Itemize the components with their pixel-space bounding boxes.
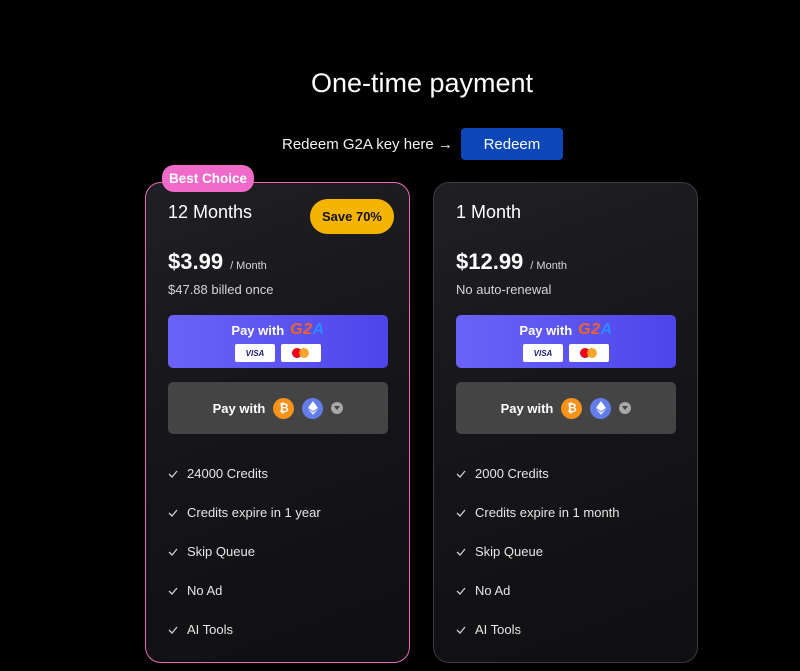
visa-icon: VISA: [523, 344, 563, 362]
redeem-button[interactable]: Redeem: [460, 128, 563, 160]
list-item: AI Tools: [168, 610, 321, 649]
check-icon: [456, 508, 466, 518]
ethereum-icon: [302, 397, 324, 419]
list-item: No Ad: [456, 571, 620, 610]
list-item: Skip Queue: [168, 532, 321, 571]
feature-list: 2000 Credits Credits expire in 1 month S…: [456, 454, 620, 649]
plan-card-1-month: 1 Month $12.99 / Month No auto-renewal P…: [433, 182, 698, 663]
list-item: AI Tools: [456, 610, 620, 649]
price-period: / Month: [230, 260, 267, 272]
check-icon: [168, 547, 178, 557]
pay-with-label: Pay with: [519, 322, 573, 338]
best-choice-badge: Best Choice: [162, 165, 255, 192]
check-icon: [456, 547, 466, 557]
plan-card-12-months: Best Choice 12 Months Save 70% $3.99 / M…: [145, 165, 410, 663]
redeem-row: Redeem G2A key here → Redeem: [282, 128, 563, 160]
feature-label: 24000 Credits: [187, 466, 268, 481]
check-icon: [168, 508, 178, 518]
g2a-logo: G2A: [578, 321, 613, 338]
mastercard-icon: [281, 344, 321, 362]
pay-with-crypto-button[interactable]: Pay with ₿: [456, 382, 676, 434]
feature-label: Credits expire in 1 year: [187, 505, 321, 520]
pay-with-crypto-button[interactable]: Pay with ₿: [168, 382, 388, 434]
visa-icon: VISA: [235, 344, 275, 362]
feature-list: 24000 Credits Credits expire in 1 year S…: [168, 454, 321, 649]
list-item: Credits expire in 1 month: [456, 493, 620, 532]
check-icon: [168, 586, 178, 596]
bitcoin-icon: ₿: [273, 397, 295, 419]
pay-with-label: Pay with: [500, 400, 554, 416]
pay-with-label: Pay with: [212, 400, 266, 416]
bitcoin-icon: ₿: [561, 397, 583, 419]
feature-label: Skip Queue: [475, 544, 543, 559]
feature-label: No Ad: [187, 583, 223, 598]
chevron-down-icon: [331, 402, 344, 414]
plan-price: $12.99: [456, 249, 524, 274]
mastercard-icon: [569, 344, 609, 362]
billing-note: No auto-renewal: [456, 282, 552, 297]
g2a-logo: G2A: [290, 321, 325, 338]
check-icon: [456, 586, 466, 596]
feature-label: AI Tools: [187, 622, 234, 637]
billing-note: $47.88 billed once: [168, 282, 274, 297]
feature-label: No Ad: [475, 583, 511, 598]
pay-with-g2a-button[interactable]: Pay with G2A VISA: [168, 315, 388, 368]
page-title: One-time payment: [310, 68, 534, 98]
check-icon: [168, 625, 178, 635]
feature-label: Credits expire in 1 month: [475, 505, 620, 520]
save-badge: Save 70%: [310, 199, 394, 234]
g2a-pay-line: Pay with G2A: [456, 321, 676, 339]
feature-label: 2000 Credits: [475, 466, 549, 481]
plan-price: $3.99: [168, 249, 224, 274]
plan-name: 12 Months: [168, 202, 253, 222]
ethereum-icon: [590, 397, 612, 419]
price-row: $12.99 / Month: [456, 249, 567, 275]
check-icon: [456, 469, 466, 479]
list-item: Skip Queue: [456, 532, 620, 571]
card-logos: VISA: [168, 344, 388, 362]
plan-name: 1 Month: [456, 202, 522, 222]
pricing-page: One-time payment Redeem G2A key here → R…: [0, 0, 800, 671]
g2a-pay-line: Pay with G2A: [168, 321, 388, 339]
pay-with-g2a-button[interactable]: Pay with G2A VISA: [456, 315, 676, 368]
check-icon: [168, 469, 178, 479]
chevron-down-icon: [619, 402, 632, 414]
list-item: 2000 Credits: [456, 454, 620, 493]
list-item: 24000 Credits: [168, 454, 321, 493]
feature-label: AI Tools: [475, 622, 522, 637]
redeem-prompt: Redeem G2A key here →: [282, 135, 453, 153]
list-item: No Ad: [168, 571, 321, 610]
feature-label: Skip Queue: [187, 544, 255, 559]
list-item: Credits expire in 1 year: [168, 493, 321, 532]
check-icon: [456, 625, 466, 635]
price-row: $3.99 / Month: [168, 249, 267, 275]
price-period: / Month: [530, 260, 567, 272]
card-logos: VISA: [456, 344, 676, 362]
pay-with-label: Pay with: [231, 322, 285, 338]
